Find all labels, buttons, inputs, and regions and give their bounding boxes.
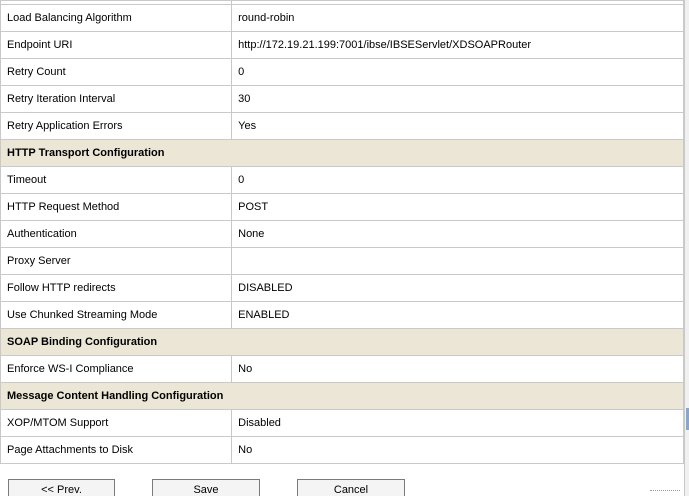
field-label: Follow HTTP redirects — [0, 274, 233, 302]
section-header: Message Content Handling Configuration — [0, 382, 684, 410]
field-value: No — [231, 355, 684, 383]
field-value: 0 — [231, 58, 684, 86]
field-label: Endpoint URI — [0, 31, 233, 59]
field-value — [231, 247, 684, 275]
field-label: Enforce WS-I Compliance — [0, 355, 233, 383]
field-value: Yes — [231, 112, 684, 140]
table-row: Authentication None — [0, 220, 684, 248]
field-value: ENABLED — [231, 301, 684, 329]
table-row: Load Balancing Algorithm round-robin — [0, 4, 684, 32]
table-row: Enforce WS-I Compliance No — [0, 355, 684, 383]
save-button[interactable]: Save — [152, 479, 260, 496]
table-row: Follow HTTP redirects DISABLED — [0, 274, 684, 302]
configuration-table: Load Balancing Algorithm round-robin Endpo… — [0, 0, 684, 464]
field-label: Use Chunked Streaming Mode — [0, 301, 233, 329]
section-header: SOAP Binding Configuration — [0, 328, 684, 356]
prev-button[interactable]: << Prev. — [8, 479, 115, 496]
field-value: None — [231, 220, 684, 248]
field-label: XOP/MTOM Support — [0, 409, 233, 437]
field-value: 30 — [231, 85, 684, 113]
section-title: HTTP Transport Configuration — [0, 139, 684, 167]
field-value: POST — [231, 193, 684, 221]
field-label: Retry Application Errors — [0, 112, 233, 140]
field-label: Retry Iteration Interval — [0, 85, 233, 113]
field-label: Retry Count — [0, 58, 233, 86]
cancel-button[interactable]: Cancel — [297, 479, 405, 496]
table-row: XOP/MTOM Support Disabled — [0, 409, 684, 437]
field-label: HTTP Request Method — [0, 193, 233, 221]
section-title: SOAP Binding Configuration — [0, 328, 684, 356]
table-row: Page Attachments to Disk No — [0, 436, 684, 464]
status-divider — [650, 490, 680, 492]
field-label: Timeout — [0, 166, 233, 194]
section-title: Message Content Handling Configuration — [0, 382, 684, 410]
field-value: DISABLED — [231, 274, 684, 302]
field-label: Load Balancing Algorithm — [0, 4, 233, 32]
field-value: round-robin — [231, 4, 684, 32]
field-value: No — [231, 436, 684, 464]
section-header: HTTP Transport Configuration — [0, 139, 684, 167]
field-value: http://172.19.21.199:7001/ibse/IBSEServl… — [231, 31, 684, 59]
scrollbar[interactable] — [684, 0, 689, 496]
table-row: Retry Iteration Interval 30 — [0, 85, 684, 113]
field-label: Authentication — [0, 220, 233, 248]
table-row: Retry Application Errors Yes — [0, 112, 684, 140]
field-value: Disabled — [231, 409, 684, 437]
table-row: Endpoint URI http://172.19.21.199:7001/ib… — [0, 31, 684, 59]
table-row: Proxy Server — [0, 247, 684, 275]
table-row: Timeout 0 — [0, 166, 684, 194]
field-value: 0 — [231, 166, 684, 194]
field-label: Page Attachments to Disk — [0, 436, 233, 464]
field-label: Proxy Server — [0, 247, 233, 275]
table-row: Use Chunked Streaming Mode ENABLED — [0, 301, 684, 329]
table-row: HTTP Request Method POST — [0, 193, 684, 221]
table-row: Retry Count 0 — [0, 58, 684, 86]
